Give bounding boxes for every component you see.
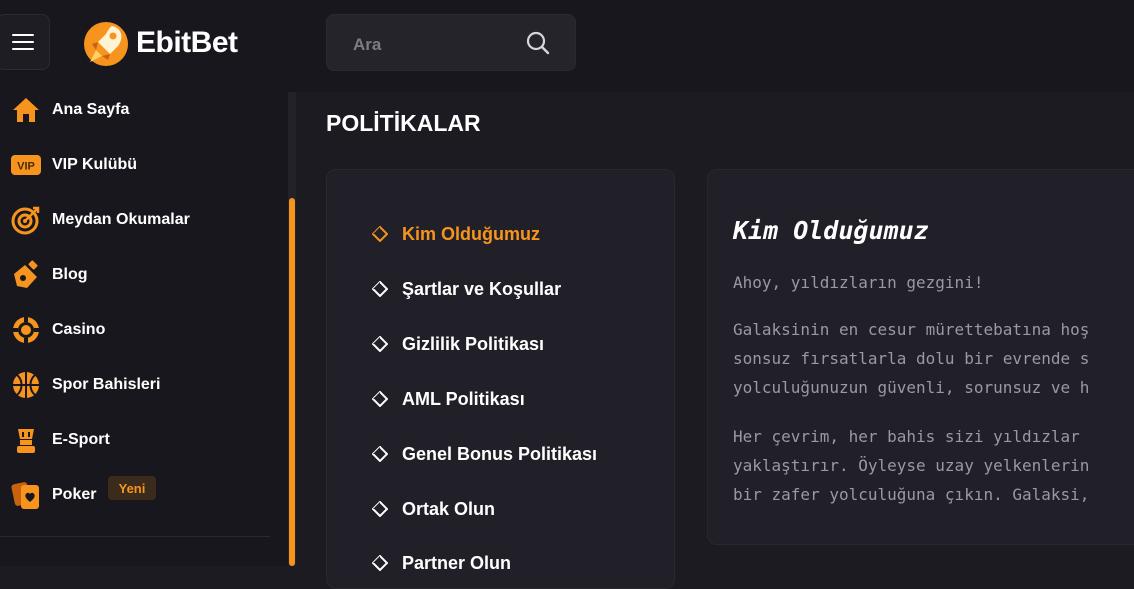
sidebar-item-vip-kulubu[interactable]: VIP VIP Kulübü bbox=[10, 150, 137, 180]
sidebar-item-e-sport[interactable]: E-Sport bbox=[10, 425, 110, 455]
blog-icon bbox=[10, 259, 42, 291]
new-badge: Yeni bbox=[108, 476, 156, 500]
chevron-diamond-icon bbox=[372, 281, 388, 297]
sidebar-item-blog[interactable]: Blog bbox=[10, 260, 88, 290]
brand-name: EbitBet bbox=[136, 26, 238, 59]
content-intro: Ahoy, yıldızların gezgini! bbox=[733, 273, 984, 292]
policy-nav-item-kim-oldugumuz[interactable]: Kim Olduğumuz bbox=[372, 221, 540, 247]
content-paragraph-2: Her çevrim, her bahis sizi yıldızlar yak… bbox=[733, 427, 1090, 504]
chevron-diamond-icon bbox=[372, 336, 388, 352]
sidebar-divider bbox=[0, 536, 270, 537]
chevron-diamond-icon bbox=[372, 501, 388, 517]
sidebar-item-meydan-okumalar[interactable]: Meydan Okumalar bbox=[10, 205, 190, 235]
svg-text:VIP: VIP bbox=[17, 161, 35, 173]
content-paragraph-1: Galaksinin en cesur mürettebatına hoş so… bbox=[733, 320, 1090, 397]
rocket-logo-icon bbox=[84, 22, 128, 66]
sidebar-item-poker[interactable]: Poker bbox=[10, 480, 96, 510]
search-placeholder: Ara bbox=[353, 35, 382, 54]
sidebar-scrollbar-thumb[interactable] bbox=[289, 198, 295, 566]
search-icon[interactable] bbox=[526, 31, 550, 55]
policy-nav-item-gizlilik[interactable]: Gizlilik Politikası bbox=[372, 331, 544, 357]
target-icon bbox=[10, 204, 42, 236]
esport-icon bbox=[10, 424, 42, 456]
policy-nav-item-aml[interactable]: AML Politikası bbox=[372, 386, 525, 412]
basketball-icon bbox=[10, 369, 42, 401]
casino-chip-icon bbox=[10, 314, 42, 346]
sidebar-item-casino[interactable]: Casino bbox=[10, 315, 105, 345]
sidebar-item-spor-bahisleri[interactable]: Spor Bahisleri bbox=[10, 370, 160, 400]
chevron-diamond-icon bbox=[372, 391, 388, 407]
policy-nav-item-sartlar[interactable]: Şartlar ve Koşullar bbox=[372, 276, 561, 302]
poker-cards-icon bbox=[10, 479, 42, 511]
chevron-diamond-icon bbox=[372, 446, 388, 462]
policy-nav-item-ortak-olun[interactable]: Ortak Olun bbox=[372, 496, 495, 522]
brand-logo[interactable]: EbitBet bbox=[82, 18, 238, 68]
vip-icon: VIP bbox=[10, 149, 42, 181]
page-title: POLİTİKALAR bbox=[326, 110, 481, 136]
home-icon bbox=[10, 94, 42, 126]
chevron-diamond-icon bbox=[372, 555, 388, 571]
policy-content-panel: Kim Olduğumuz Ahoy, yıldızların gezgini!… bbox=[707, 169, 1134, 545]
policy-nav-item-genel-bonus[interactable]: Genel Bonus Politikası bbox=[372, 441, 597, 467]
content-title: Kim Olduğumuz bbox=[733, 216, 929, 245]
menu-icon bbox=[12, 34, 34, 36]
hamburger-menu-button[interactable] bbox=[0, 14, 50, 70]
policy-nav-item-partner-olun[interactable]: Partner Olun bbox=[372, 550, 511, 576]
sidebar-item-ana-sayfa[interactable]: Ana Sayfa bbox=[10, 95, 129, 125]
chevron-diamond-icon bbox=[372, 226, 388, 242]
